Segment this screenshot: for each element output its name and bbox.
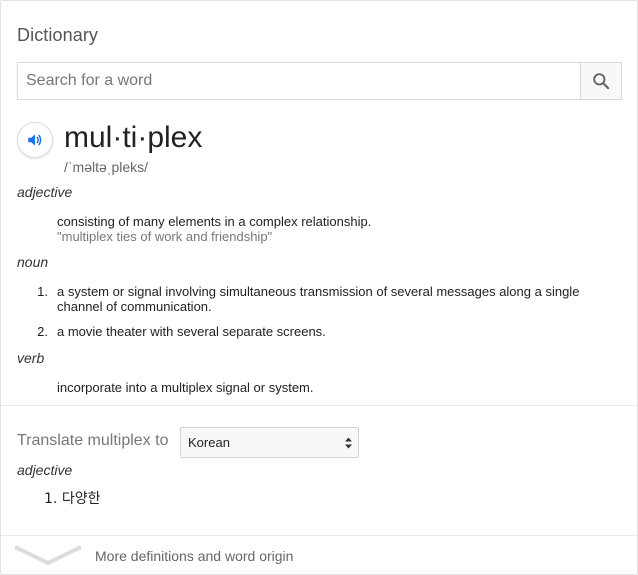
part-of-speech-adjective: adjective [17, 184, 73, 200]
translate-label: Translate multiplex to [17, 432, 169, 449]
search-box [17, 62, 622, 100]
search-button[interactable] [580, 63, 621, 99]
chevron-down-icon [14, 545, 82, 566]
translation-text: 다양한 [61, 491, 101, 507]
search-input[interactable] [18, 63, 582, 99]
translation-number: 1. [44, 491, 58, 507]
part-of-speech-noun: noun [17, 254, 49, 270]
more-definitions-link[interactable]: More definitions and word origin [1, 536, 637, 574]
language-select-value: Korean [188, 435, 230, 450]
definition-text: incorporate into a multiplex signal or s… [57, 380, 314, 395]
headword: mul·ti·plex [64, 121, 203, 154]
phonetic-spelling: /ˈməltəˌpleks/ [64, 159, 149, 175]
select-arrows-icon [345, 437, 352, 449]
language-select[interactable]: Korean [180, 427, 359, 458]
definition-text: a system or signal involving simultaneou… [57, 284, 580, 314]
pronunciation-button[interactable] [17, 122, 53, 158]
translation-part-of-speech: adjective [17, 462, 73, 478]
dictionary-card: Dictionary mul·ti·plex /ˈməltəˌpleks/ ad… [0, 0, 638, 575]
translation-result: 1. 다양한 [44, 488, 100, 508]
definition-text: a movie theater with several separate sc… [57, 324, 326, 339]
definition-example: "multiplex ties of work and friendship" [57, 229, 273, 244]
part-of-speech-verb: verb [17, 350, 45, 366]
definition-number: 2. [37, 324, 48, 339]
definition-text: consisting of many elements in a complex… [57, 214, 372, 229]
section-divider [1, 405, 637, 406]
definition-number: 1. [37, 284, 48, 299]
more-definitions-label: More definitions and word origin [95, 548, 294, 564]
search-icon [593, 73, 610, 90]
speaker-icon [28, 134, 42, 146]
card-title: Dictionary [17, 25, 99, 45]
